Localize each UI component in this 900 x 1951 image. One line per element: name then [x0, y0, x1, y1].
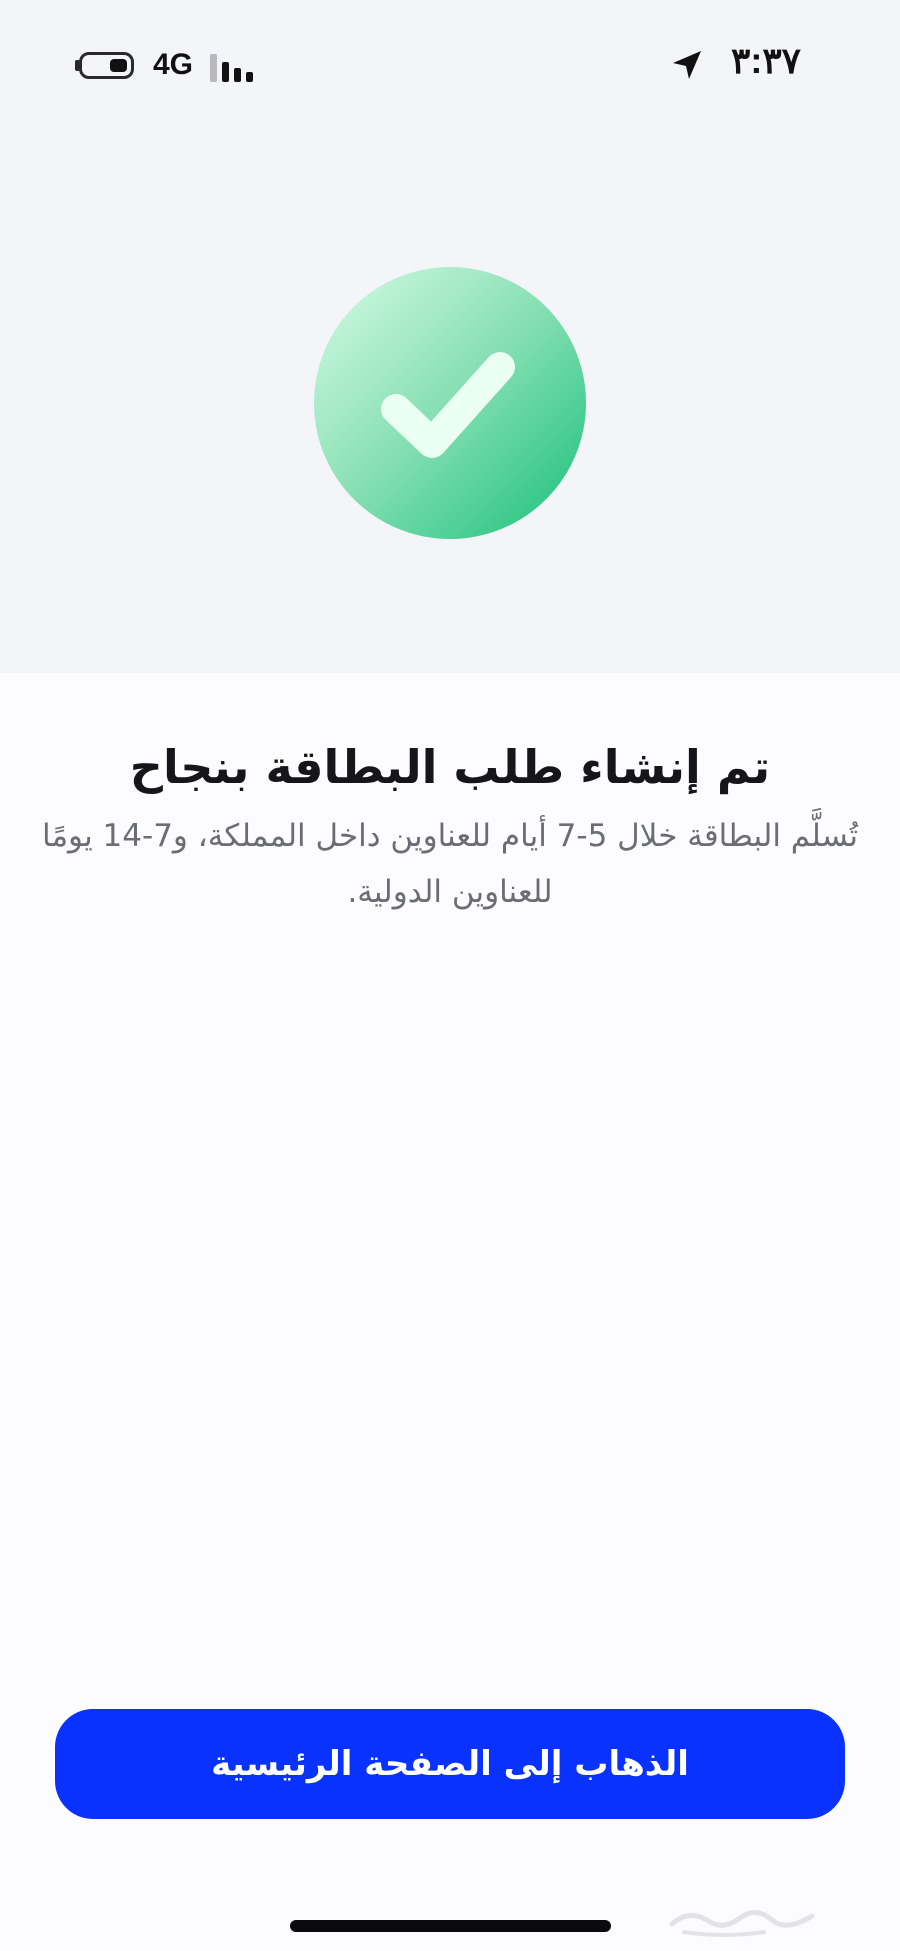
status-time: ٣:٣٧ [731, 40, 801, 81]
checkmark-icon [381, 352, 515, 458]
watermark-logo [669, 1910, 815, 1937]
battery-icon [79, 52, 134, 79]
status-bar: 4G ٣:٣٧ [0, 0, 900, 130]
network-type: 4G [153, 48, 194, 81]
checkmark-circle-icon [314, 267, 586, 539]
go-to-home-button[interactable]: الذهاب إلى الصفحة الرئيسية [55, 1709, 845, 1819]
location-arrow-icon [673, 51, 701, 79]
delivery-info-text: تُسلَّم البطاقة خلال 5-7 أيام للعناوين د… [42, 818, 858, 910]
home-indicator[interactable] [290, 1920, 611, 1932]
battery-level [110, 59, 127, 72]
signal-bars-icon [210, 52, 258, 82]
success-title: تم إنشاء طلب البطاقة بنجاح [129, 740, 771, 794]
